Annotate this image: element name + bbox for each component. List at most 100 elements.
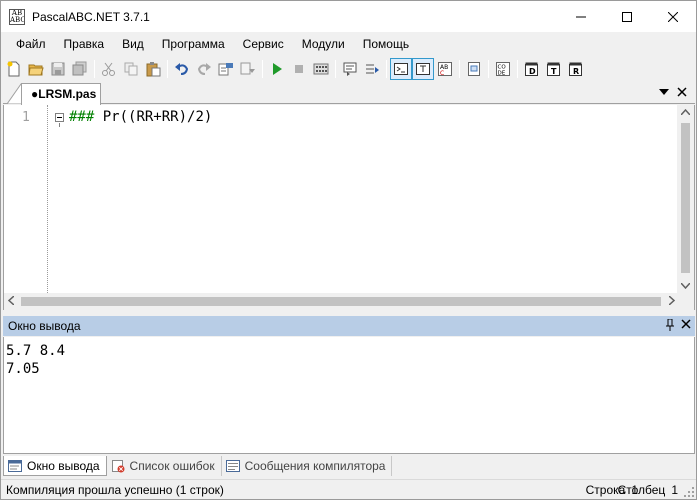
maximize-icon bbox=[622, 11, 632, 22]
undo-button[interactable] bbox=[171, 58, 193, 80]
editor-vertical-scrollbar[interactable] bbox=[677, 105, 694, 293]
find-icon bbox=[218, 63, 233, 76]
minimize-button[interactable] bbox=[558, 1, 604, 32]
menu-service[interactable]: Сервис bbox=[234, 32, 293, 56]
bottom-panel-tabs: Окно вывода Список ошибок Сообщения комп… bbox=[3, 455, 695, 477]
open-button[interactable] bbox=[25, 58, 47, 80]
abc-button[interactable]: AB C bbox=[434, 58, 456, 80]
save-all-icon bbox=[72, 61, 87, 76]
output-window-toggle[interactable] bbox=[390, 58, 412, 80]
toolbar-separator bbox=[386, 60, 387, 78]
stop-button[interactable] bbox=[288, 58, 310, 80]
output-panel-body[interactable]: 5.7 8.4 7.05 bbox=[3, 337, 695, 454]
t-button[interactable]: T bbox=[543, 58, 565, 80]
code-icon: CODE bbox=[496, 62, 510, 77]
text-mode-toggle[interactable] bbox=[412, 58, 434, 80]
output-lines: 5.7 8.4 7.05 bbox=[4, 337, 694, 378]
menu-view[interactable]: Вид bbox=[113, 32, 153, 56]
app-logo-text-bottom: ABC bbox=[10, 15, 25, 24]
save-icon bbox=[51, 62, 65, 76]
compile-icon bbox=[313, 63, 329, 75]
vertical-scroll-thumb[interactable] bbox=[681, 123, 690, 273]
text-mode-icon bbox=[416, 63, 430, 75]
app-window: AB ABC PascalABC.NET 3.7.1 Файл Правка В… bbox=[0, 0, 697, 500]
step-into-button[interactable] bbox=[339, 58, 361, 80]
menu-help[interactable]: Помощь bbox=[354, 32, 418, 56]
r-button[interactable]: R bbox=[565, 58, 587, 80]
scroll-up-arrow-icon[interactable] bbox=[681, 109, 690, 115]
minimize-icon bbox=[576, 16, 586, 17]
copy-icon bbox=[124, 62, 138, 76]
tab-lrsm-pas[interactable]: ●LRSM.pas bbox=[21, 83, 101, 105]
output-window-icon bbox=[394, 63, 408, 75]
close-tab-button[interactable] bbox=[675, 85, 689, 99]
menu-file[interactable]: Файл bbox=[7, 32, 55, 56]
menu-program[interactable]: Программа bbox=[153, 32, 234, 56]
tab-compiler-messages[interactable]: Сообщения компилятора bbox=[222, 456, 393, 476]
toolbar-separator bbox=[335, 60, 336, 78]
copy-button[interactable] bbox=[120, 58, 142, 80]
d-button[interactable]: D bbox=[521, 58, 543, 80]
pin-icon[interactable] bbox=[665, 319, 675, 331]
redo-button[interactable] bbox=[193, 58, 215, 80]
error-list-icon bbox=[111, 459, 125, 473]
menu-bar: Файл Правка Вид Программа Сервис Модули … bbox=[1, 32, 696, 56]
open-folder-icon bbox=[28, 64, 44, 76]
column-value: 1 bbox=[671, 482, 678, 497]
step-over-button[interactable] bbox=[361, 58, 383, 80]
code-editor[interactable]: 1 ### Pr((RR+RR)/2) bbox=[3, 105, 695, 310]
t-button-icon: T bbox=[547, 62, 560, 76]
toolbar: AB C CO DE D T R bbox=[1, 56, 696, 82]
status-bar: Компиляция прошла успешно (1 строк) Стро… bbox=[1, 479, 696, 499]
resize-grip-icon[interactable] bbox=[684, 487, 694, 497]
abc-icon: ABC bbox=[438, 62, 452, 77]
output-window-icon bbox=[8, 459, 22, 473]
toolbar-separator bbox=[262, 60, 263, 78]
scroll-down-arrow-icon[interactable] bbox=[681, 283, 690, 289]
find-button[interactable] bbox=[215, 58, 237, 80]
horizontal-scroll-thumb[interactable] bbox=[21, 297, 661, 306]
scroll-right-arrow-icon[interactable] bbox=[669, 296, 675, 305]
document-tabstrip: ●LRSM.pas bbox=[3, 82, 695, 105]
tab-output-window[interactable]: Окно вывода bbox=[3, 456, 107, 476]
toolbar-separator bbox=[167, 60, 168, 78]
code-button[interactable]: CO DE bbox=[492, 58, 514, 80]
replace-button[interactable] bbox=[237, 58, 259, 80]
app-logo-icon: AB ABC bbox=[9, 8, 25, 25]
output-panel-title: Окно вывода bbox=[8, 319, 81, 333]
svg-text:T: T bbox=[551, 67, 557, 76]
menu-modules[interactable]: Модули bbox=[293, 32, 354, 56]
editor-horizontal-scrollbar[interactable] bbox=[4, 293, 679, 310]
fold-line bbox=[59, 123, 60, 127]
undo-icon bbox=[175, 63, 189, 75]
run-icon bbox=[273, 63, 282, 75]
close-icon[interactable] bbox=[681, 319, 691, 329]
stop-icon bbox=[295, 65, 303, 73]
tab-error-list[interactable]: Список ошибок bbox=[107, 456, 222, 476]
scrollbar-corner bbox=[677, 293, 694, 310]
toolbar-separator bbox=[488, 60, 489, 78]
fold-toggle[interactable] bbox=[55, 113, 64, 122]
paste-button[interactable] bbox=[142, 58, 164, 80]
code-line-1[interactable]: ### Pr((RR+RR)/2) bbox=[69, 109, 212, 125]
paste-icon bbox=[146, 62, 161, 77]
close-window-button[interactable] bbox=[650, 1, 696, 32]
compile-button[interactable] bbox=[310, 58, 332, 80]
debug-window-button[interactable] bbox=[463, 58, 485, 80]
save-button[interactable] bbox=[47, 58, 69, 80]
toolbar-separator bbox=[517, 60, 518, 78]
save-all-button[interactable] bbox=[69, 58, 91, 80]
maximize-button[interactable] bbox=[604, 1, 650, 32]
menu-edit[interactable]: Правка bbox=[55, 32, 114, 56]
cut-button[interactable] bbox=[98, 58, 120, 80]
cursor-column-indicator: Столбец 1 bbox=[618, 483, 678, 497]
code-comment-marker: ### bbox=[69, 109, 95, 125]
new-file-button[interactable] bbox=[3, 58, 25, 80]
tab-list-dropdown-button[interactable] bbox=[657, 85, 671, 99]
tab-compiler-messages-label: Сообщения компилятора bbox=[244, 459, 386, 473]
column-label: Столбец bbox=[617, 482, 666, 497]
step-over-icon bbox=[366, 64, 379, 74]
scroll-left-arrow-icon[interactable] bbox=[8, 296, 14, 305]
run-button[interactable] bbox=[266, 58, 288, 80]
line-number: 1 bbox=[22, 110, 30, 125]
